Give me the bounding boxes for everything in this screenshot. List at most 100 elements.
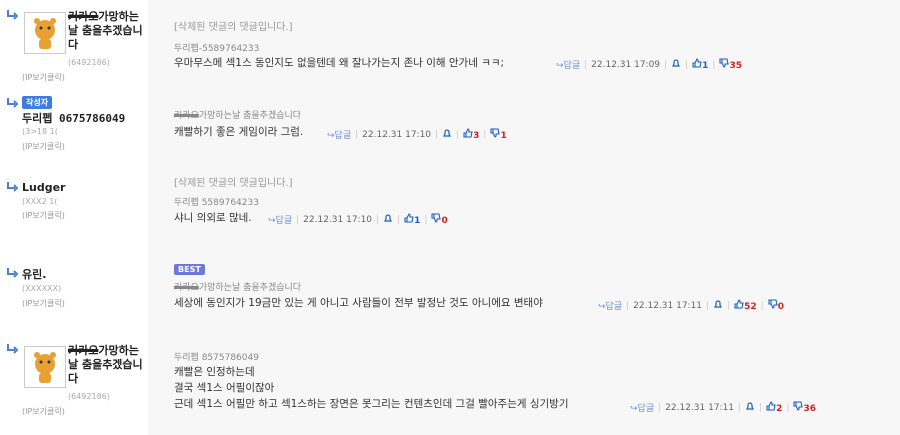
reply-label: 답글 — [563, 61, 581, 71]
comment-line: 근데 섹1스 어필만 하고 섹1스하는 장면은 못그리는 컨텐츠인데 그걸 빨아… — [174, 398, 569, 410]
avatar[interactable] — [24, 12, 66, 54]
report-button[interactable] — [745, 401, 755, 414]
reply-button[interactable]: ↪답글 — [556, 58, 580, 71]
reply-button[interactable]: ↪답글 — [630, 401, 654, 414]
downvote-button[interactable]: 35 — [719, 58, 742, 71]
separator: | — [759, 402, 763, 413]
reply-label: 답글 — [605, 302, 623, 312]
nickname[interactable]: 커카오가망하는 날 춤을추겠습니다 — [68, 344, 148, 386]
comment-date: 22.12.31 17:11 — [665, 402, 735, 413]
separator: | — [483, 129, 487, 140]
reply-to-prefix: 커카오 — [174, 283, 199, 293]
separator: | — [738, 402, 742, 413]
comment-meta: ↪답글 | 22.12.31 17:11 | | 52 | 0 — [598, 299, 784, 312]
separator: | — [786, 402, 790, 413]
comment-row: 작성자 두리펩 0675786049 (3>18 1( (IP보기클릭) 커카오… — [0, 88, 900, 159]
comment-date: 22.12.31 17:09 — [591, 59, 661, 70]
downvote-button[interactable]: 0 — [768, 299, 784, 312]
bell-icon — [714, 300, 723, 308]
comment-body — [148, 0, 900, 88]
ip-view-button[interactable]: (IP보기클릭) — [22, 406, 65, 417]
separator: | — [706, 300, 710, 311]
reply-arrow-icon — [6, 10, 18, 20]
thumbs-up-icon — [734, 299, 744, 309]
separator: | — [658, 402, 662, 413]
report-button[interactable] — [713, 299, 723, 312]
comment-line: 결국 섹1스 어필이잖아 — [174, 382, 275, 394]
avatar[interactable] — [24, 346, 66, 388]
bell-icon — [384, 214, 393, 222]
separator: | — [296, 214, 300, 225]
reply-label: 답글 — [637, 404, 655, 414]
downvote-button[interactable]: 0 — [431, 213, 448, 226]
separator: | — [760, 300, 764, 311]
report-button[interactable] — [442, 128, 452, 141]
nickname[interactable]: 유린. — [22, 268, 46, 282]
comment-meta: ↪답글 | 22.12.31 17:11 | | 2 | 36 — [630, 401, 816, 414]
separator: | — [626, 300, 630, 311]
reply-arrow-icon — [6, 268, 18, 278]
upvote-count: 2 — [776, 404, 783, 414]
downvote-count: 0 — [441, 216, 448, 226]
upvote-button[interactable]: 2 — [766, 401, 782, 414]
separator: | — [664, 59, 668, 70]
upvote-count: 52 — [744, 302, 757, 312]
user-id: (6492186) — [68, 392, 110, 401]
reply-button[interactable]: ↪답글 — [598, 299, 622, 312]
thumbs-down-icon — [431, 213, 442, 223]
downvote-count: 1 — [500, 131, 507, 141]
thumbs-up-icon — [692, 58, 702, 68]
ip-view-button[interactable]: (IP보기클릭) — [22, 141, 65, 152]
upvote-button[interactable]: 3 — [463, 128, 479, 141]
nickname[interactable]: 두리펩 0675786049 — [22, 112, 146, 126]
thumbs-up-icon — [463, 128, 473, 138]
downvote-button[interactable]: 1 — [490, 128, 507, 141]
reply-arrow-icon — [6, 98, 18, 108]
bell-icon — [672, 59, 681, 67]
upvote-button[interactable]: 1 — [404, 213, 420, 226]
comment-text: 캐빨은 인정하는데 결국 섹1스 어필이잖아 근데 섹1스 어필만 하고 섹1스… — [174, 364, 569, 412]
comment-meta: ↪답글 | 22.12.31 17:09 | | 1 | 35 — [556, 58, 742, 71]
user-id: (XXXXXX) — [22, 284, 62, 293]
thumbs-down-icon — [719, 58, 730, 68]
ip-view-button[interactable]: (IP보기클릭) — [22, 210, 65, 221]
separator: | — [355, 129, 359, 140]
separator: | — [456, 129, 460, 140]
report-button[interactable] — [383, 213, 393, 226]
thumbs-down-icon — [793, 401, 804, 411]
separator: | — [435, 129, 439, 140]
separator: | — [685, 59, 689, 70]
downvote-button[interactable]: 36 — [793, 401, 816, 414]
bell-icon — [443, 129, 452, 137]
reply-button[interactable]: ↪답글 — [327, 128, 351, 141]
reply-to-prefix: 커카오 — [174, 111, 199, 121]
upvote-button[interactable]: 52 — [734, 299, 757, 312]
comment-body — [148, 158, 900, 244]
upvote-button[interactable]: 1 — [692, 58, 708, 71]
reply-to: 커카오가망하는날 춤을추겠습니다 — [174, 108, 301, 121]
downvote-count: 0 — [777, 302, 784, 312]
comment-author-panel: 커카오가망하는 날 춤을추겠습니다 (6492186) (IP보기클릭) — [0, 0, 148, 88]
nickname[interactable]: Ludger — [22, 181, 65, 195]
reply-to-text: 가망하는날 춤을추겠습니다 — [198, 111, 302, 121]
user-id: (6492186) — [68, 58, 110, 67]
nickname[interactable]: 커카오가망하는 날 춤을추겠습니다 — [68, 10, 148, 52]
ryan-avatar-icon — [34, 352, 56, 383]
reply-to: 커카오가망하는날 춤을추겠습니다 — [174, 280, 301, 293]
nickname-prefix: 커카오 — [68, 10, 99, 23]
ip-view-button[interactable]: (IP보기클릭) — [22, 298, 65, 309]
separator: | — [397, 214, 401, 225]
comment-author-panel: 작성자 두리펩 0675786049 (3>18 1( (IP보기클릭) — [0, 88, 148, 158]
thumbs-down-icon — [768, 299, 778, 309]
reply-button[interactable]: ↪답글 — [268, 213, 292, 226]
ip-view-button[interactable]: (IP보기클릭) — [22, 72, 65, 83]
nickname-prefix: 커카오 — [68, 344, 99, 357]
comment-author-panel: Ludger (XXX2 1( (IP보기클릭) — [0, 158, 148, 244]
report-button[interactable] — [671, 58, 681, 71]
reply-to-text: 가망하는날 춤을추겠습니다 — [198, 283, 302, 293]
reply-arrow-icon — [6, 182, 18, 192]
ryan-avatar-icon — [34, 18, 56, 49]
reply-to: 두리펩 8575786049 — [174, 353, 259, 363]
reply-to: 두리펩-5589764233 — [174, 44, 260, 54]
deleted-notice: [삭제된 댓글의 댓글입니다.] — [174, 178, 293, 189]
